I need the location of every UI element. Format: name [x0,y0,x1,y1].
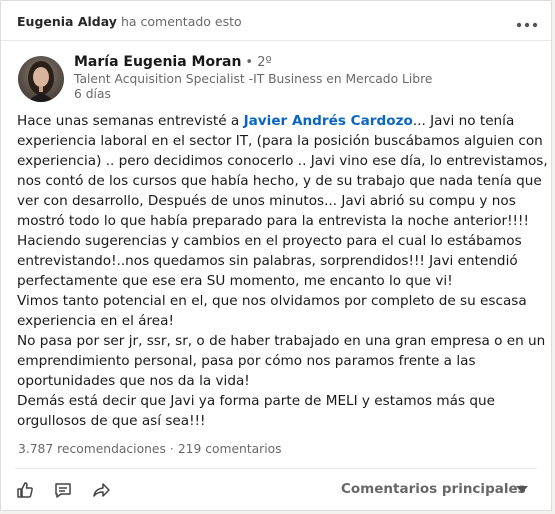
post-line: ver con desarrollo, Después de unos minu… [17,193,516,209]
post-line: entrevistando!..nos quedamos sin palabra… [17,253,518,269]
comments-sort-button[interactable]: Comentarios principales [341,481,526,497]
post-intro-text: Hace unas semanas entrevisté a [17,113,244,129]
post-line: emprendimiento personal, pasa por cómo n… [17,353,476,369]
post-line: experiencia) .. pero decidimos conocerlo… [17,153,548,169]
post-timestamp: 6 días [74,87,111,101]
share-icon[interactable] [92,481,110,499]
post-line: nos contó de los cursos que había hecho,… [17,173,542,189]
activity-text: Eugenia Alday ha comentado esto [17,14,242,29]
post-line: orgullosos de que así sea!!! [17,413,206,429]
post-line: No pasa por ser jr, ssr, sr, o de haber … [17,333,546,349]
post-line: Hace unas semanas entrevisté a Javier An… [17,111,539,131]
post-line: experiencia laboral en el sector IT, (pa… [17,133,543,149]
activity-header: Eugenia Alday ha comentado esto [1,1,551,41]
ellipsis-icon[interactable] [515,15,539,29]
post-line: Demás está decir que Javi ya forma parte… [17,393,495,409]
post-line: experiencia en el área! [17,313,174,329]
reactions-count[interactable]: 3.787 recomendaciones [18,442,166,456]
author-headline: Talent Acquisition Specialist -IT Busine… [74,72,433,86]
post-line: perfectamente que ese era SU momento, me… [17,273,453,289]
social-counts: 3.787 recomendaciones · 219 comentarios [18,442,282,456]
count-separator: · [169,442,174,456]
mention-link[interactable]: Javier Andrés Cardozo [244,113,413,129]
post-line: Vimos tanto potencial en el, que nos olv… [17,293,527,309]
post-line: mostró todo lo que había preparado para … [17,213,529,229]
feed-post-card: Eugenia Alday ha comentado esto María Eu… [0,0,552,511]
actions-divider [15,468,537,469]
activity-verb: ha comentado esto [120,14,242,29]
caret-down-icon[interactable] [515,485,529,494]
comments-count[interactable]: 219 comentarios [178,442,282,456]
thumbs-up-icon[interactable] [16,481,34,499]
comment-icon[interactable] [54,481,72,499]
activity-actor-name[interactable]: Eugenia Alday [17,14,117,29]
author-name[interactable]: María Eugenia Moran [74,54,241,70]
post-line: oportunidades que nos da la vida! [17,373,250,389]
author-name-line: María Eugenia Moran • 2º [74,54,272,70]
post-line: Haciendo sugerencias y cambios en el pro… [17,233,522,249]
author-avatar[interactable] [18,56,64,102]
connection-degree: • 2º [245,55,272,70]
post-intro-rest: ... Javi no tenía [412,113,515,129]
post-body: Hace unas semanas entrevisté a Javier An… [17,111,548,431]
